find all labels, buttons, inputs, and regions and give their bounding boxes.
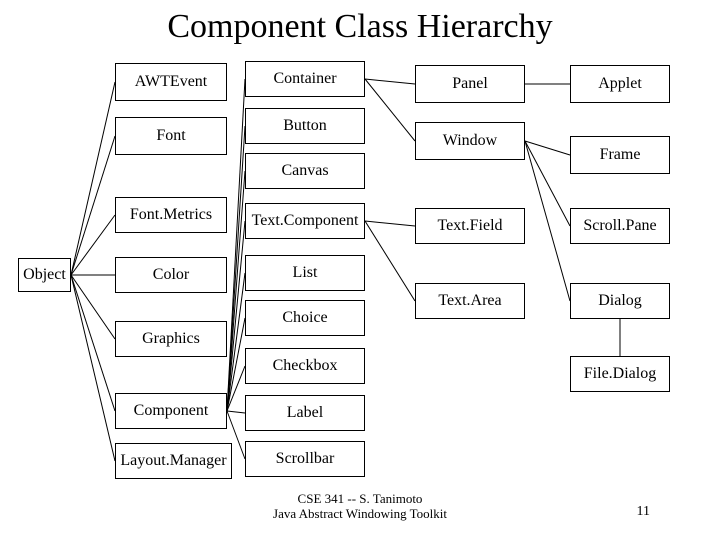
node-component: Component [115,393,227,429]
node-label: Label [245,395,365,431]
node-panel: Panel [415,65,525,103]
node-window: Window [415,122,525,160]
footer: CSE 341 -- S. Tanimoto Java Abstract Win… [0,491,720,522]
node-list: List [245,255,365,291]
node-layoutmanager: Layout.Manager [115,443,232,479]
node-textfield: Text.Field [415,208,525,244]
slide: Component Class Hierarchy O [0,0,720,540]
node-scrollbar: Scrollbar [245,441,365,477]
node-object: Object [18,258,71,292]
node-scrollpane: Scroll.Pane [570,208,670,244]
node-applet: Applet [570,65,670,103]
node-fontmetrics: Font.Metrics [115,197,227,233]
node-dialog: Dialog [570,283,670,319]
footer-line-2: Java Abstract Windowing Toolkit [0,506,720,522]
node-container: Container [245,61,365,97]
node-awtevent: AWTEvent [115,63,227,101]
page-title: Component Class Hierarchy [0,8,720,46]
node-font: Font [115,117,227,155]
node-frame: Frame [570,136,670,174]
node-checkbox: Checkbox [245,348,365,384]
node-button: Button [245,108,365,144]
footer-line-1: CSE 341 -- S. Tanimoto [0,491,720,507]
node-color: Color [115,257,227,293]
node-filedialog: File.Dialog [570,356,670,392]
node-choice: Choice [245,300,365,336]
page-number: 11 [637,504,650,520]
node-graphics: Graphics [115,321,227,357]
node-textarea: Text.Area [415,283,525,319]
node-canvas: Canvas [245,153,365,189]
node-textcomponent: Text.Component [245,203,365,239]
